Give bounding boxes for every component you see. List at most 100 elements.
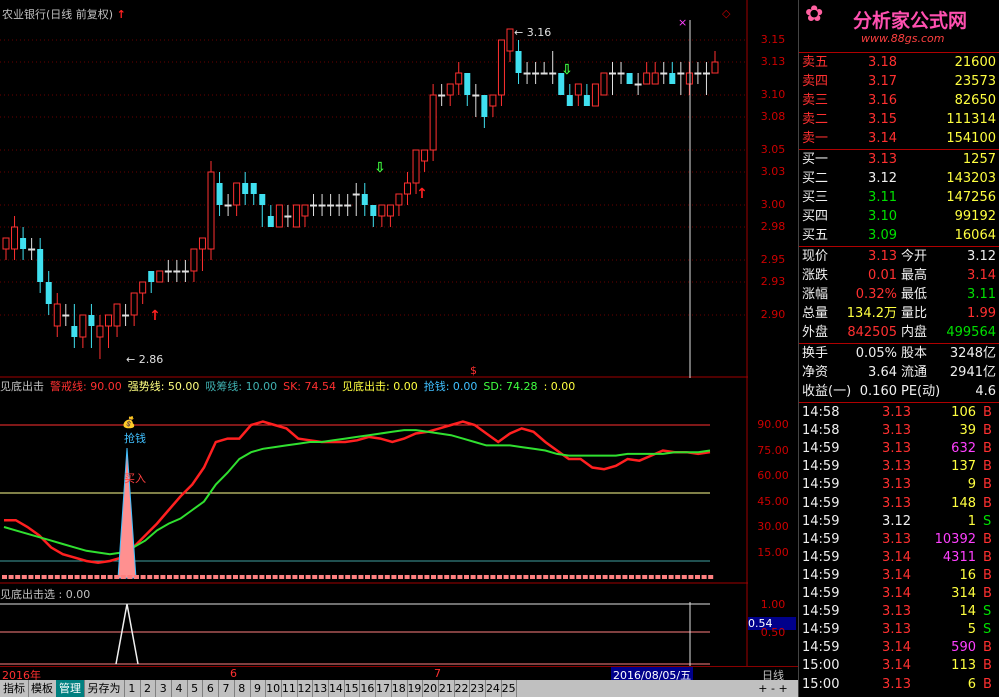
- bottom-signal-mark: [371, 575, 377, 579]
- page-tab[interactable]: 25: [501, 680, 518, 697]
- candle: [198, 237, 206, 271]
- page-tab[interactable]: 13: [312, 680, 330, 697]
- tick-time: 15:00: [802, 658, 840, 674]
- bottom-signal-mark: [662, 575, 667, 579]
- page-tab[interactable]: 11: [281, 680, 298, 697]
- tick-volume: 1: [967, 513, 976, 529]
- signal-arrow-icon: ↑: [149, 308, 161, 324]
- page-tab[interactable]: 21: [438, 680, 455, 697]
- up-arrow-icon: ↑: [116, 8, 126, 21]
- price-chart[interactable]: ↑ ↑ ⇩ ⇩ 农业银行(日线 前复权) ↑ × ◇ ← 3.16 ← 2.86 $: [0, 0, 748, 378]
- bottom-signal-mark: [437, 575, 443, 579]
- chart-title: 农业银行(日线 前复权) ↑: [2, 6, 126, 22]
- candle: [386, 204, 394, 227]
- toolbar-tab[interactable]: 模板: [28, 680, 57, 697]
- tick-side: B: [983, 495, 992, 511]
- bottom-signal-mark: [530, 575, 535, 579]
- page-tab[interactable]: 22: [454, 680, 471, 697]
- bottom-signal-mark: [252, 575, 258, 579]
- quote-value-2: 3.12: [967, 249, 996, 264]
- date-axis: 2016年 6 7 2016/08/05/五: [0, 666, 748, 683]
- bottom-signal-mark: [325, 575, 331, 579]
- diamond-icon[interactable]: ◇: [722, 7, 730, 20]
- signal-arrow-icon: ⇩: [374, 160, 386, 176]
- page-tab[interactable]: 24: [485, 680, 502, 697]
- page-tab[interactable]: 16: [360, 680, 377, 697]
- brand-url: www.88gs.com: [861, 32, 945, 45]
- toolbar-tab[interactable]: 另存为: [84, 680, 125, 697]
- bottom-signal-mark: [582, 575, 588, 579]
- bottom-signal-mark: [345, 575, 351, 579]
- page-tab[interactable]: 7: [218, 680, 235, 697]
- tick-row: 14:58 3.13 106 B: [799, 404, 999, 422]
- period-label[interactable]: 日线: [748, 666, 798, 682]
- stats-value-2: 3248亿: [949, 346, 996, 361]
- bottom-signal-mark: [153, 575, 159, 579]
- sub-indicator-chart[interactable]: 见底出击选 : 0.00: [0, 584, 748, 666]
- page-tab[interactable]: 6: [203, 680, 220, 697]
- zoom-controls[interactable]: + - +: [748, 682, 798, 697]
- tick-volume: 14: [959, 604, 976, 620]
- candle: [634, 73, 642, 95]
- tick-price: 3.12: [882, 513, 911, 529]
- bottom-signal-mark: [134, 575, 139, 579]
- quote-label-2: 最低: [901, 287, 928, 302]
- bottom-signal-mark: [299, 575, 304, 579]
- bottom-signal-mark: [549, 575, 555, 579]
- candle: [540, 62, 548, 75]
- indicator-axis-tick: 60.00: [757, 469, 789, 482]
- bottom-signal-mark: [279, 575, 285, 579]
- candle: [20, 227, 27, 260]
- ask-row: 卖二 3.15 111314: [799, 111, 999, 129]
- bottom-signal-mark: [523, 575, 529, 579]
- page-tab[interactable]: 12: [297, 680, 314, 697]
- indicator-chart[interactable]: 见底出击 警戒线: 90.00 强势线: 50.00 吸筹线: 10.00 SK: 74…: [0, 378, 748, 584]
- page-tab[interactable]: 8: [234, 680, 251, 697]
- page-tab[interactable]: 20: [422, 680, 439, 697]
- bottom-signal-mark: [596, 575, 601, 579]
- sub-legend: 见底出击选 : 0.00: [0, 588, 91, 601]
- page-tab[interactable]: 3: [155, 680, 173, 697]
- bottom-signal-mark: [431, 575, 436, 579]
- bottom-signal-mark: [101, 575, 106, 579]
- legend-item: 警戒线: 90.00: [50, 380, 122, 393]
- tick-time: 14:59: [802, 549, 840, 565]
- page-tab[interactable]: 2: [140, 680, 157, 697]
- candle: [344, 194, 352, 216]
- page-tab[interactable]: 14: [328, 680, 345, 697]
- indicator-axis-tick: 75.00: [757, 443, 789, 457]
- quote-panel: ✿ 分析家公式网 www.88gs.com 卖五 3.18 21600 卖四 3.17 2…: [798, 0, 999, 697]
- page-tab[interactable]: 1: [124, 680, 141, 697]
- bid-price: 3.12: [868, 171, 897, 186]
- bottom-signal-mark: [186, 575, 192, 579]
- toolbar-tab[interactable]: 指标: [0, 680, 29, 697]
- page-tab[interactable]: 15: [344, 680, 361, 697]
- page-tab[interactable]: 5: [187, 680, 204, 697]
- close-marker-icon[interactable]: ×: [678, 16, 687, 29]
- candle: [446, 83, 454, 106]
- candle: [335, 194, 343, 216]
- bottom-signal-mark: [233, 575, 238, 579]
- bottom-signal-mark: [444, 575, 450, 579]
- ask-label: 卖二: [802, 112, 829, 127]
- bottom-signal-mark: [305, 575, 311, 579]
- quote-label: 涨跌: [802, 268, 829, 283]
- page-tab[interactable]: 9: [250, 680, 267, 697]
- toolbar-tab[interactable]: 管理: [56, 680, 85, 697]
- panel-separator: [799, 246, 999, 247]
- tick-side: S: [983, 513, 992, 529]
- page-tab[interactable]: 23: [469, 680, 487, 697]
- page-tab[interactable]: 19: [407, 680, 424, 697]
- candle: [506, 28, 514, 62]
- quote-row: 外盘 842505 内盘 499564: [799, 324, 999, 342]
- bottom-signal-mark: [391, 575, 397, 579]
- page-tab[interactable]: 18: [391, 680, 408, 697]
- bottom-signal-mark: [556, 575, 562, 579]
- bottom-signal-mark: [180, 575, 186, 579]
- panel-separator: [799, 149, 999, 150]
- quote-value-2: 499564: [946, 325, 996, 340]
- page-tab[interactable]: 4: [171, 680, 188, 697]
- page-tab[interactable]: 17: [375, 680, 392, 697]
- page-tab[interactable]: 10: [265, 680, 282, 697]
- legend-item: 见底出击: [0, 380, 44, 393]
